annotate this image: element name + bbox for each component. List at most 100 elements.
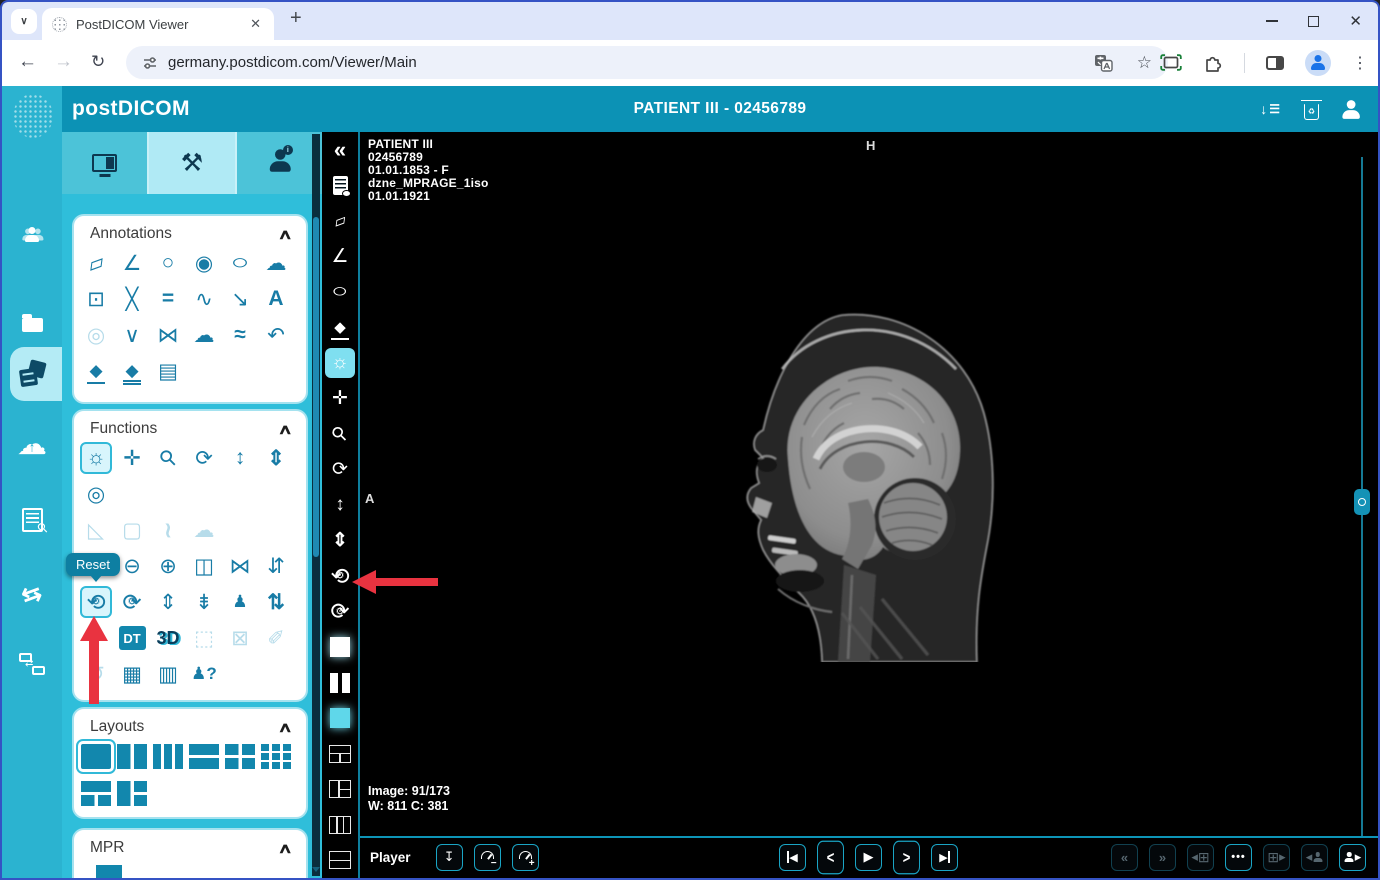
side-panel-icon[interactable]	[1266, 56, 1284, 70]
mirror-icon[interactable]: ⋈	[224, 550, 256, 582]
window-maximize-button[interactable]	[1308, 16, 1319, 27]
circle-icon[interactable]: ○	[152, 247, 184, 279]
toolbar-layout-3col-icon[interactable]	[322, 807, 358, 843]
zoom-out-icon[interactable]: ⊖	[116, 550, 148, 582]
layout-3col-button[interactable]	[152, 741, 184, 773]
layouts-collapse-icon[interactable]: ∧	[277, 719, 292, 736]
toolbar-pan-icon[interactable]: ✛	[322, 381, 358, 417]
actual-size-icon[interactable]: ♟	[224, 586, 256, 618]
crop-icon[interactable]: ▢	[116, 514, 148, 546]
scroll-icon[interactable]: ↕	[224, 442, 256, 474]
tab-search-chevron-icon[interactable]: ∨	[11, 9, 37, 34]
cobb-angle-icon[interactable]: ⋈	[152, 319, 184, 351]
more-options-button[interactable]: •••	[1225, 844, 1252, 871]
previous-patient-button[interactable]: ◂	[1301, 844, 1328, 871]
rectangle-roi-icon[interactable]: ⊡	[80, 283, 112, 315]
flip-horizontal-icon[interactable]: ◫	[188, 550, 220, 582]
previous-image-button[interactable]: <	[817, 840, 844, 874]
fast-forward-button[interactable]: »	[1149, 844, 1176, 871]
dt-button[interactable]: DT	[116, 622, 148, 654]
eraser-icon[interactable]: ◆	[80, 355, 112, 387]
stack-scroll-icon[interactable]: ⇕	[260, 442, 292, 474]
reset-window-level-icon[interactable]: ⟳ ⚙	[116, 586, 148, 618]
reload-button[interactable]: ↻	[91, 51, 105, 73]
tab-patient-info[interactable]: i	[237, 132, 322, 194]
layout-2row-button[interactable]	[188, 741, 220, 773]
tab-tools[interactable]: ⚒	[149, 132, 236, 194]
toolbar-rotate-icon[interactable]: ⟳	[322, 452, 358, 488]
save-annotations-icon[interactable]: ▤	[152, 355, 184, 387]
play-direction-button[interactable]: ↧	[436, 844, 463, 871]
histogram-icon[interactable]: ◺	[80, 514, 112, 546]
ruler-icon[interactable]: ▱	[75, 242, 116, 283]
pin-icon[interactable]: ✐	[260, 622, 292, 654]
last-image-button[interactable]: ▶	[931, 844, 958, 871]
zoom-in-icon[interactable]: ⊕	[152, 550, 184, 582]
extensions-puzzle-icon[interactable]	[1203, 53, 1223, 73]
threed-button[interactable]: 3D	[152, 622, 184, 654]
next-series-button[interactable]: ⊞▸	[1263, 844, 1290, 871]
pan-icon[interactable]: ✛	[116, 442, 148, 474]
resize-handles-icon[interactable]: ⬚	[188, 622, 220, 654]
toolbar-window-level-icon[interactable]: ☼	[322, 345, 358, 381]
browser-menu-icon[interactable]: ⋮	[1352, 53, 1368, 73]
shrink-height-icon[interactable]: ⇟	[188, 586, 220, 618]
mri-image[interactable]	[692, 307, 1012, 662]
region-window-icon[interactable]: ☁	[188, 514, 220, 546]
toolbar-stack-icon[interactable]: ⇕	[322, 523, 358, 559]
collapse-panel-icon[interactable]: «	[322, 132, 358, 168]
angle-icon[interactable]: ∠	[116, 247, 148, 279]
sort-icon[interactable]: ↓ ☰	[1260, 101, 1280, 117]
translate-icon[interactable]	[1094, 54, 1113, 72]
layout-1left-2right-button[interactable]	[116, 778, 148, 810]
toolbar-eraser-icon[interactable]: ◆	[324, 311, 356, 343]
trash-icon[interactable]: ♻	[1304, 104, 1319, 120]
panel-scrollbar-thumb[interactable]	[313, 217, 319, 557]
toolbar-layout-1left-2right-icon[interactable]	[322, 772, 358, 808]
panel-scrollbar[interactable]	[312, 134, 320, 876]
erase-all-icon[interactable]: ◆	[116, 355, 148, 387]
layout-3x3-button[interactable]	[260, 741, 292, 773]
window-minimize-button[interactable]	[1266, 20, 1278, 22]
target-icon[interactable]: ◎	[80, 478, 112, 510]
back-button[interactable]: ←	[18, 51, 37, 73]
zoom-icon[interactable]: ⚲	[145, 435, 190, 480]
report-icon[interactable]	[322, 168, 358, 204]
sort-order-icon[interactable]: ⇅	[260, 586, 292, 618]
window-level-icon[interactable]: ☼	[80, 442, 112, 474]
image-scroll-handle[interactable]	[1354, 489, 1370, 515]
rail-item-worklist[interactable]: ⚲	[2, 498, 62, 542]
polyline-icon[interactable]: ∿	[188, 283, 220, 315]
open-angle-icon[interactable]: ∨	[116, 319, 148, 351]
mpr-collapse-icon[interactable]: ∧	[277, 840, 292, 857]
toolbar-layout-1x1-white-icon[interactable]	[322, 629, 358, 665]
scrollbar-down-arrow-icon[interactable]	[312, 867, 320, 872]
fit-height-icon[interactable]: ⇕	[152, 586, 184, 618]
window-close-button[interactable]: ✕	[1349, 14, 1362, 29]
export-image-icon[interactable]: ▦	[116, 658, 148, 690]
spline-icon[interactable]: ≈	[224, 319, 256, 351]
layout-1top-2bottom-button[interactable]	[80, 778, 112, 810]
reset-icon[interactable]: ⟲ ⚙	[80, 586, 112, 618]
profile-avatar[interactable]	[1305, 50, 1331, 76]
layout-2x2-button[interactable]	[224, 741, 256, 773]
rail-item-images[interactable]	[2, 352, 62, 396]
arrow-annotation-icon[interactable]: ↘	[224, 283, 256, 315]
rail-item-upload[interactable]: ☁↑	[2, 423, 62, 467]
rail-item-folders[interactable]	[2, 300, 62, 344]
parallel-lines-icon[interactable]: =	[152, 283, 184, 315]
mpr-layout-icon[interactable]	[96, 865, 122, 880]
undo-icon[interactable]: ↶	[260, 319, 292, 351]
next-patient-button[interactable]: ▸	[1339, 844, 1366, 871]
image-viewport[interactable]: PATIENT III 02456789 01.01.1853 - F dzne…	[360, 132, 1378, 878]
toolbar-layout-1top-2bottom-icon[interactable]	[322, 736, 358, 772]
layout-2col-button[interactable]	[116, 741, 148, 773]
toolbar-angle-icon[interactable]: ∠	[322, 239, 358, 275]
layout-1x1-button[interactable]	[80, 741, 112, 773]
speed-up-button[interactable]: +	[512, 844, 539, 871]
save-image-icon[interactable]: ▥	[152, 658, 184, 690]
rail-item-patients[interactable]	[2, 212, 62, 256]
ellipse-icon[interactable]: ○	[216, 247, 264, 279]
next-image-button[interactable]: >	[893, 840, 920, 874]
forward-button[interactable]: →	[54, 51, 73, 73]
